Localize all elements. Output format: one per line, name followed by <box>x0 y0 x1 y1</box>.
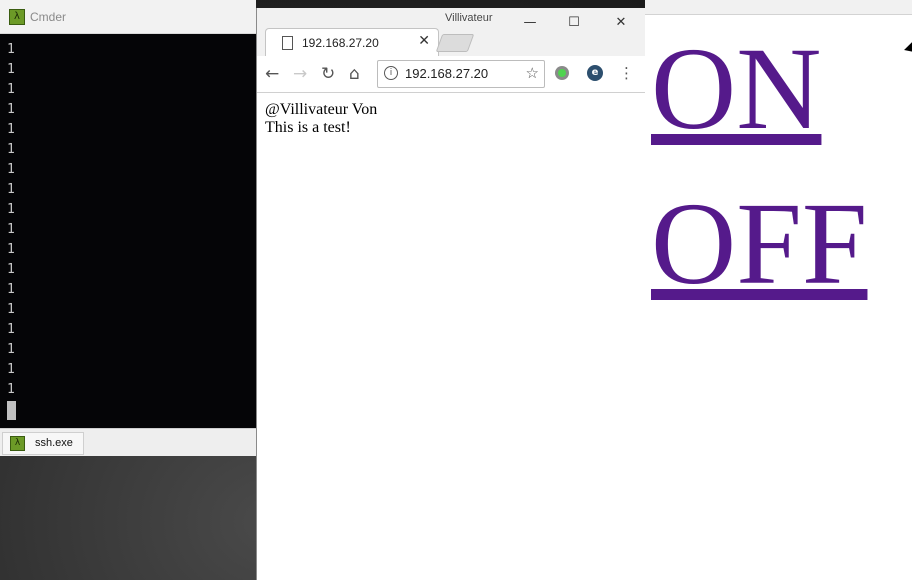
maximize-icon[interactable]: ☐ <box>559 12 589 34</box>
terminal-line: 1 <box>7 102 15 117</box>
page-text-line: This is a test! <box>265 119 351 136</box>
terminal-line: 1 <box>7 242 15 257</box>
page-text-line: @Villivateur Von <box>265 101 378 118</box>
terminal-line: 1 <box>7 122 15 137</box>
extension-status-icon[interactable] <box>555 66 569 80</box>
ghostery-icon[interactable]: e <box>587 65 603 81</box>
on-link[interactable]: ON <box>651 30 821 148</box>
terminal-cursor <box>7 401 16 420</box>
cmder-tab-label: ssh.exe <box>35 437 73 449</box>
cmder-title: Cmder <box>30 10 67 24</box>
star-icon[interactable]: ☆ <box>526 64 539 82</box>
document-icon <box>282 36 293 50</box>
window-title: Villivateur <box>445 12 493 24</box>
chrome-window: Villivateur — ☐ ✕ 192.168.27.20 ✕ ← → ↻ … <box>256 8 646 580</box>
tab-close-icon[interactable]: ✕ <box>418 33 430 49</box>
terminal-line: 1 <box>7 282 15 297</box>
page-content: @Villivateur Von This is a test! <box>257 93 645 580</box>
terminal-line: 1 <box>7 142 15 157</box>
browser-tab[interactable]: 192.168.27.20 ✕ <box>265 28 439 57</box>
terminal-line: 1 <box>7 262 15 277</box>
mouse-pointer-icon <box>904 41 912 57</box>
back-icon[interactable]: ← <box>265 64 279 84</box>
cmder-tab-ssh[interactable]: λ ssh.exe <box>2 432 84 455</box>
cmder-tabbar: λ ssh.exe <box>0 428 256 456</box>
address-text: 192.168.27.20 <box>405 66 489 81</box>
minimize-icon[interactable]: — <box>515 12 545 34</box>
home-icon[interactable]: ⌂ <box>349 64 360 84</box>
terminal-line: 1 <box>7 362 15 377</box>
right-toolbar <box>645 0 912 15</box>
terminal-line: 1 <box>7 382 15 397</box>
chrome-tabstrip[interactable]: Villivateur — ☐ ✕ 192.168.27.20 ✕ <box>257 8 645 57</box>
menu-icon[interactable]: ⋮ <box>619 63 634 83</box>
tab-title: 192.168.27.20 <box>302 36 379 50</box>
reload-icon[interactable]: ↻ <box>321 64 335 84</box>
lambda-icon: λ <box>9 9 25 25</box>
right-browser-window: ON OFF <box>645 0 912 580</box>
terminal-console[interactable]: 1 1 1 1 1 1 1 1 1 1 1 1 1 1 1 1 1 1 <box>0 34 256 428</box>
terminal-line: 1 <box>7 42 15 57</box>
info-icon[interactable]: i <box>384 66 398 80</box>
new-tab-button[interactable] <box>435 34 475 52</box>
terminal-line: 1 <box>7 162 15 177</box>
cmder-window: λ Cmder 1 1 1 1 1 1 1 1 1 1 1 1 1 1 1 1 … <box>0 0 256 456</box>
off-link[interactable]: OFF <box>651 185 867 303</box>
forward-icon[interactable]: → <box>293 64 307 84</box>
lambda-icon: λ <box>10 436 25 451</box>
terminal-line: 1 <box>7 202 15 217</box>
cmder-titlebar[interactable]: λ Cmder <box>0 0 256 34</box>
terminal-line: 1 <box>7 82 15 97</box>
terminal-line: 1 <box>7 62 15 77</box>
terminal-line: 1 <box>7 322 15 337</box>
terminal-line: 1 <box>7 182 15 197</box>
terminal-line: 1 <box>7 222 15 237</box>
terminal-line: 1 <box>7 342 15 357</box>
address-bar[interactable]: i 192.168.27.20 ☆ <box>377 60 545 88</box>
terminal-line: 1 <box>7 302 15 317</box>
close-icon[interactable]: ✕ <box>606 12 636 34</box>
chrome-toolbar: ← → ↻ ⌂ i 192.168.27.20 ☆ e ⋮ <box>257 56 645 93</box>
